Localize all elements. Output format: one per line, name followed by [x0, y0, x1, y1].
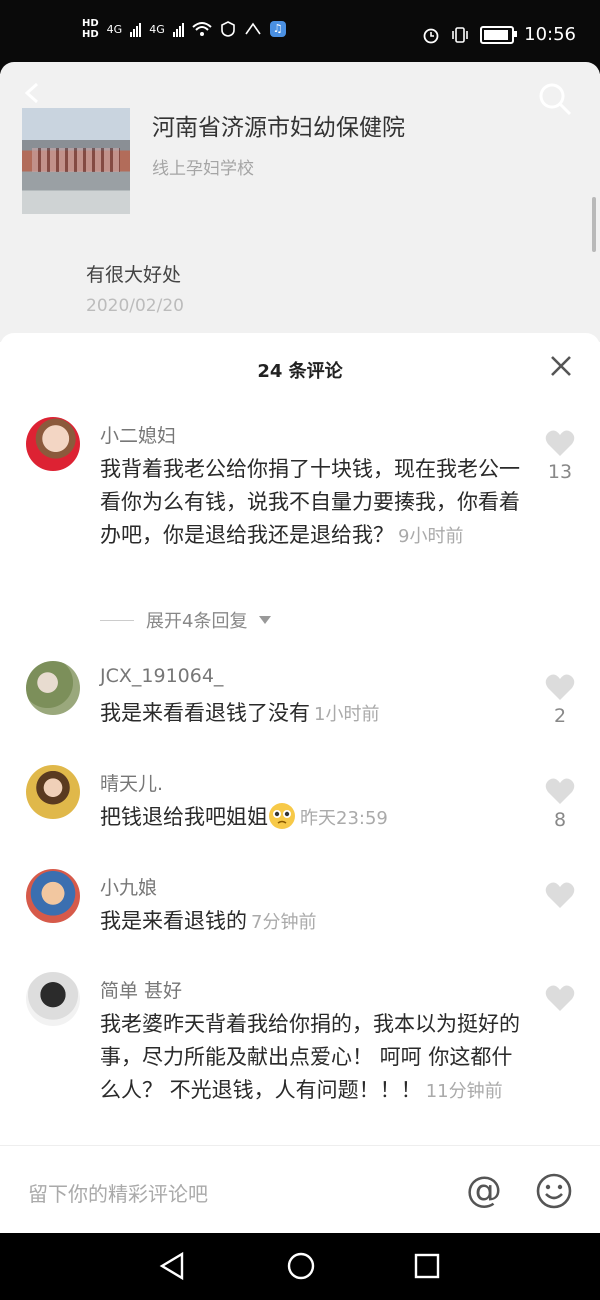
comment-time: 7分钟前 — [251, 912, 317, 933]
avatar[interactable] — [26, 765, 80, 819]
heart-icon[interactable] — [545, 777, 575, 805]
comment-body[interactable]: 把钱退给我吧姐姐 昨天23:59 — [100, 801, 520, 835]
heart-icon[interactable] — [545, 429, 575, 457]
expand-replies[interactable]: 展开4条回复 — [100, 607, 272, 633]
comment-body[interactable]: 我是来看退钱的 7分钟前 — [100, 905, 520, 939]
shield-icon — [220, 21, 235, 37]
like-count: 8 — [553, 809, 567, 831]
comment-time: 1小时前 — [314, 704, 380, 725]
comment-author[interactable]: JCX_191064_ — [100, 665, 223, 687]
comment-author[interactable]: 小二媳妇 — [100, 421, 176, 448]
nav-recent-icon[interactable] — [414, 1253, 440, 1279]
like-count: 2 — [553, 705, 567, 727]
comment-input-bar: 留下你的精彩评论吧 @ — [0, 1145, 600, 1234]
comment-input[interactable]: 留下你的精彩评论吧 — [28, 1178, 208, 1207]
vibrate-icon — [452, 26, 468, 43]
network-2-label: 4G — [149, 22, 165, 36]
comment-author[interactable]: 简单 甚好 — [100, 976, 182, 1003]
hospital-name[interactable]: 河南省济源市妇幼保健院 — [152, 108, 405, 142]
hospital-subtitle: 线上孕妇学校 — [152, 159, 254, 179]
pleading-emoji-icon — [269, 803, 295, 829]
comment-author[interactable]: 晴天儿. — [100, 769, 163, 796]
hd2-label: HD — [82, 29, 99, 40]
comment-body[interactable]: 我背着我老公给你捐了十块钱，现在我老公一看你为么有钱，说我不自量力要揍我，你看着… — [100, 453, 520, 553]
back-arrow-icon[interactable] — [22, 82, 44, 104]
avatar[interactable] — [26, 972, 80, 1026]
heart-icon[interactable] — [545, 881, 575, 909]
comments-count-title: 24 条评论 — [257, 361, 343, 382]
status-right: 10:56 — [422, 24, 576, 45]
comment-text: 我是来看退钱的 — [100, 909, 247, 933]
comment-time: 11分钟前 — [425, 1081, 503, 1102]
system-nav-bar — [0, 1233, 600, 1300]
battery-icon — [480, 25, 518, 44]
comment-author[interactable]: 小九娘 — [100, 873, 157, 900]
scrollbar[interactable] — [592, 197, 596, 252]
hospital-thumbnail[interactable] — [22, 108, 130, 214]
heart-icon[interactable] — [545, 984, 575, 1012]
alarm-icon — [423, 28, 439, 43]
heart-icon[interactable] — [545, 673, 575, 701]
comment-time: 昨天23:59 — [300, 808, 388, 829]
smile-icon[interactable] — [535, 1172, 573, 1210]
music-app-icon: ♫ — [269, 21, 286, 37]
expand-replies-label: 展开4条回复 — [146, 611, 248, 632]
nav-home-icon[interactable] — [286, 1251, 316, 1281]
network-1-label: 4G — [106, 22, 123, 36]
comment-text: 把钱退给我吧姐姐 — [100, 805, 268, 829]
hd1-label: HD — [82, 18, 99, 29]
comment-body[interactable]: 我老婆昨天背着我给你捐的，我本以为挺好的事，尽力所能及献出点爱心！ 呵呵 你这都… — [100, 1008, 520, 1108]
close-icon[interactable] — [550, 355, 572, 377]
comment-body[interactable]: 我是来看看退钱了没有 1小时前 — [100, 697, 520, 731]
hd-indicator: HD HD — [82, 18, 99, 40]
comments-sheet: 24 条评论 小二媳妇 我背着我老公给你捐了十块钱，现在我老公一看你为么有钱，说… — [0, 333, 600, 1145]
clock: 10:56 — [524, 24, 576, 45]
signal-1-icon — [130, 21, 142, 37]
wifi-icon — [192, 22, 212, 36]
post-text: 有很大好处 — [86, 264, 182, 286]
status-left: HD HD 4G 4G ♫ — [82, 18, 286, 40]
signal-2-icon — [172, 21, 184, 37]
post-date: 2020/02/20 — [86, 296, 184, 316]
search-icon[interactable] — [536, 80, 574, 118]
expand-divider — [100, 619, 134, 621]
caret-down-icon — [259, 616, 272, 624]
app-notification-icon — [245, 22, 261, 35]
avatar[interactable] — [26, 661, 80, 715]
comment-time: 9小时前 — [398, 526, 464, 547]
article-header: 河南省济源市妇幼保健院 线上孕妇学校 有很大好处 2020/02/20 — [0, 62, 600, 342]
avatar[interactable] — [26, 869, 80, 923]
like-count: 13 — [547, 461, 573, 483]
avatar[interactable] — [26, 417, 80, 471]
mention-button[interactable]: @ — [466, 1170, 502, 1211]
comment-text: 我是来看看退钱了没有 — [100, 701, 310, 725]
nav-back-icon[interactable] — [158, 1251, 186, 1281]
